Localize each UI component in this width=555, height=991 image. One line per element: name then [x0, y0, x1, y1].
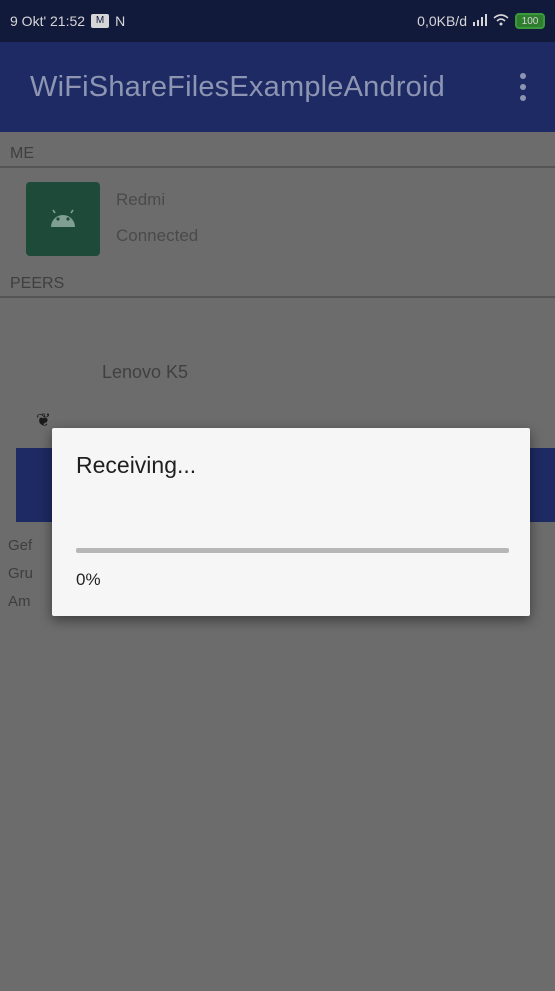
background-button-glyph [40, 480, 52, 490]
status-bar: 9 Okt' 21:52 M N 0,0KB/d 100 [0, 0, 555, 42]
signal-icon [473, 13, 487, 29]
background-text-lines: Gef Gru Am [8, 532, 33, 616]
peer-marker-icon: ❦ [36, 410, 52, 430]
battery-icon: 100 [515, 13, 545, 29]
dialog-title: Receiving... [76, 452, 197, 478]
status-left: 9 Okt' 21:52 M N [10, 13, 125, 29]
network-speed-text: 0,0KB/d [417, 13, 467, 29]
wifi-icon [493, 13, 509, 29]
more-options-icon[interactable] [511, 67, 535, 107]
me-section-header: ME [0, 140, 555, 168]
me-device-status: Connected [116, 226, 199, 245]
background-line-1: Gef [8, 537, 33, 554]
notification-icon-n: N [115, 13, 126, 29]
android-avatar-icon [26, 182, 100, 256]
status-right: 0,0KB/d 100 [417, 13, 545, 29]
progress-bar [76, 548, 509, 553]
background-line-3: Am [8, 593, 31, 610]
status-time-text: 9 Okt' 21:52 [10, 13, 86, 29]
app-bar: WiFiShareFilesExampleAndroid [0, 42, 555, 132]
peers-section-header: PEERS [0, 270, 555, 298]
progress-percent: 0% [76, 570, 101, 589]
background-line-2: Gru [8, 565, 34, 582]
me-device-name: Redmi [116, 190, 166, 209]
peer-item[interactable]: Lenovo K5 [102, 362, 188, 383]
app-title: WiFiShareFilesExampleAndroid [30, 70, 445, 103]
me-device-row: Redmi Connected [0, 176, 555, 266]
notification-icon-m: M [91, 14, 110, 28]
receiving-dialog: Receiving... 0% [52, 428, 530, 616]
